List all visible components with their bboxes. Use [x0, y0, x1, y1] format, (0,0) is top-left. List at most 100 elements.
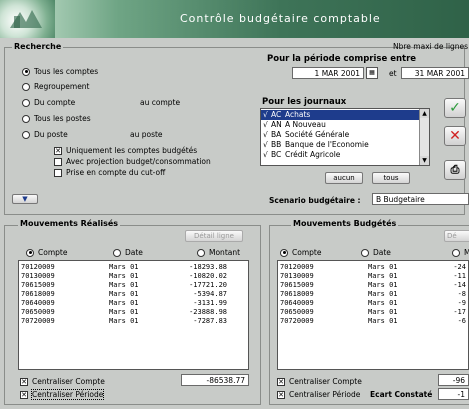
journaux-scrollbar[interactable]: ▲ ▼	[419, 109, 429, 165]
app-logo	[0, 0, 55, 38]
radio-label: Du poste	[34, 130, 68, 139]
window-title: Contrôle budgétaire comptable	[180, 12, 381, 25]
checkbox-label: Uniquement les comptes budgétés	[66, 146, 198, 155]
scroll-down-icon[interactable]: ▼	[420, 156, 429, 165]
check-mark-icon: √	[263, 120, 268, 129]
sort-montant-radio[interactable]: Montant	[197, 248, 240, 257]
radio-indicator	[26, 248, 34, 257]
ok-button[interactable]: ✓	[444, 98, 466, 118]
checkbox-indicator	[54, 146, 62, 155]
checkbox-indicator	[20, 377, 28, 386]
budgetes-total-field: -96	[438, 374, 469, 386]
checkbox-indicator	[277, 390, 285, 399]
radio-indicator	[113, 248, 121, 257]
check-cut-off[interactable]: Prise en compte du cut-off	[54, 168, 165, 177]
aucun-button[interactable]: aucun	[325, 172, 363, 184]
checkbox-label: Avec projection budget/consommation	[66, 157, 211, 166]
checkmark-icon: ✓	[449, 100, 461, 116]
table-row[interactable]: 70640009 Mars 01 -9	[278, 299, 466, 308]
radio-tous-postes[interactable]: Tous les postes	[22, 114, 91, 123]
radio-indicator	[22, 114, 30, 123]
radio-label: Du compte	[34, 98, 76, 107]
checkbox-indicator	[54, 168, 62, 177]
table-row[interactable]: 70650009 Mars 01 -17	[278, 308, 466, 317]
ecart-label: Ecart Constaté	[370, 390, 433, 399]
detail-ligne-button[interactable]: Détail ligne	[185, 230, 243, 242]
radio-indicator	[361, 248, 369, 257]
radio-indicator	[22, 98, 30, 107]
table-row[interactable]: 70618009 Mars 01 -8	[278, 290, 466, 299]
chevron-down-icon: ▼	[22, 195, 28, 203]
radio-indicator	[22, 67, 30, 76]
print-button[interactable]: ⎙	[444, 160, 466, 180]
table-row[interactable]: 70650009 Mars 01 -23888.98	[19, 308, 227, 317]
title-banner: Contrôle budgétaire comptable	[0, 0, 469, 38]
period-and-label: et	[389, 69, 397, 78]
checkbox-indicator	[277, 377, 285, 386]
check-centraliser-compte[interactable]: Centraliser Compte	[20, 377, 105, 386]
max-lines-label: Nbre maxi de lignes	[393, 42, 469, 51]
scenario-label: Scenario budgétaire :	[269, 196, 361, 205]
budget-sort-date-radio[interactable]: Date	[361, 248, 391, 257]
realises-title: Mouvements Réalisés	[18, 219, 121, 228]
check-comptes-budgetes[interactable]: Uniquement les comptes budgétés	[54, 146, 197, 155]
check-centraliser-periode[interactable]: Centraliser Période	[20, 389, 105, 400]
printer-icon: ⎙	[450, 163, 460, 176]
radio-label: Regroupement	[34, 82, 90, 91]
budgetes-title: Mouvements Budgétés	[291, 219, 399, 228]
table-row[interactable]: 70615009 Mars 01 -14	[278, 281, 466, 290]
check-projection[interactable]: Avec projection budget/consommation	[54, 157, 211, 166]
budget-check-centraliser-periode[interactable]: Centraliser Période	[277, 390, 360, 399]
table-row[interactable]: 70640009 Mars 01 -3131.99	[19, 299, 227, 308]
sort-date-radio[interactable]: Date	[113, 248, 143, 257]
period-end-field[interactable]: 31 MAR 2001	[401, 67, 469, 79]
ecart-field: -1	[438, 388, 469, 400]
radio-du-compte[interactable]: Du compte	[22, 98, 75, 107]
au-poste-label: au poste	[130, 130, 163, 139]
list-item[interactable]: √ BA Société Générale	[261, 130, 419, 140]
budgetes-list[interactable]: 70120009 Mars 01 -24 70130009 Mars 01 -11 70…	[277, 260, 469, 370]
tous-button[interactable]: tous	[372, 172, 410, 184]
table-row[interactable]: 70130009 Mars 01 -10820.02	[19, 272, 227, 281]
close-icon: ✕	[449, 128, 461, 144]
list-item[interactable]: √ AC Achats	[261, 110, 419, 120]
checkbox-label: Prise en compte du cut-off	[66, 168, 166, 177]
list-item[interactable]: √ BC Crédit Agricole	[261, 150, 419, 160]
scroll-up-icon[interactable]: ▲	[420, 109, 429, 118]
table-row[interactable]: 70720009 Mars 01 -7287.83	[19, 317, 227, 326]
table-row[interactable]: 70720009 Mars 01 -6	[278, 317, 466, 326]
realises-total-field: -86538.77	[181, 374, 249, 386]
list-item[interactable]: √ BB Banque de l'Economie	[261, 140, 419, 150]
list-item[interactable]: √ AN A Nouveau	[261, 120, 419, 130]
table-row[interactable]: 70130009 Mars 01 -11	[278, 272, 466, 281]
realises-list[interactable]: 70120009 Mars 01 -18293.88 70130009 Mars 01…	[18, 260, 249, 370]
radio-indicator	[22, 130, 30, 139]
table-row[interactable]: 70618009 Mars 01 -5394.87	[19, 290, 227, 299]
cancel-button[interactable]: ✕	[444, 126, 466, 146]
radio-tous-comptes[interactable]: Tous les comptes	[22, 67, 98, 76]
recherche-title: Recherche	[12, 42, 64, 51]
budget-check-centraliser-compte[interactable]: Centraliser Compte	[277, 377, 362, 386]
scenario-field[interactable]: B Budgetaire	[372, 193, 469, 205]
budgetes-detail-button[interactable]: Dé	[444, 230, 469, 242]
radio-indicator	[197, 248, 205, 257]
radio-du-poste[interactable]: Du poste	[22, 130, 68, 139]
table-row[interactable]: 70120009 Mars 01 -24	[278, 263, 466, 272]
budget-sort-compte-radio[interactable]: Compte	[280, 248, 321, 257]
period-start-field[interactable]: 1 MAR 2001	[292, 67, 364, 79]
table-row[interactable]: 70615009 Mars 01 -17721.20	[19, 281, 227, 290]
radio-indicator	[22, 82, 30, 91]
calendar-icon[interactable]: ▦	[366, 67, 378, 79]
check-mark-icon: √	[263, 110, 268, 119]
table-row[interactable]: 70120009 Mars 01 -18293.88	[19, 263, 227, 272]
budget-sort-montant-radio[interactable]: M	[452, 248, 469, 257]
expand-button[interactable]: ▼	[12, 194, 38, 204]
checkbox-indicator	[54, 157, 62, 166]
journaux-list[interactable]: √ AC Achats √ AN A Nouveau √ BA Société …	[260, 108, 430, 166]
radio-regroupement[interactable]: Regroupement	[22, 82, 90, 91]
journaux-label: Pour les journaux	[262, 97, 347, 107]
radio-indicator	[452, 248, 460, 257]
radio-indicator	[280, 248, 288, 257]
check-mark-icon: √	[263, 130, 268, 139]
sort-compte-radio[interactable]: Compte	[26, 248, 67, 257]
